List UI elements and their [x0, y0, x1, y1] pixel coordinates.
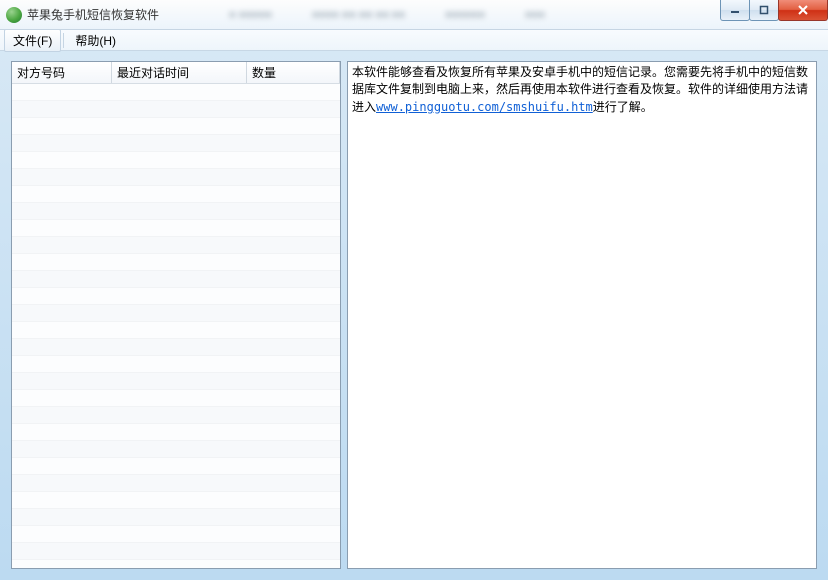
table-row	[12, 373, 340, 390]
menu-separator	[63, 33, 64, 48]
info-panel: 本软件能够查看及恢复所有苹果及安卓手机中的短信记录。您需要先将手机中的短信数据库…	[347, 61, 817, 569]
menu-bar: 文件(F) 帮助(H)	[0, 30, 828, 51]
table-row	[12, 220, 340, 237]
table-row	[12, 475, 340, 492]
close-button[interactable]	[778, 0, 828, 21]
table-row	[12, 135, 340, 152]
table-body[interactable]	[12, 84, 340, 568]
column-header-count[interactable]: 数量	[247, 62, 340, 83]
table-row	[12, 152, 340, 169]
table-row	[12, 288, 340, 305]
info-text-2: 进行了解。	[593, 100, 653, 114]
table-row	[12, 407, 340, 424]
table-row	[12, 441, 340, 458]
table-row	[12, 254, 340, 271]
table-row	[12, 543, 340, 560]
table-row	[12, 356, 340, 373]
table-row	[12, 509, 340, 526]
table-row	[12, 203, 340, 220]
table-row	[12, 305, 340, 322]
table-row	[12, 237, 340, 254]
table-row	[12, 560, 340, 568]
table-row	[12, 424, 340, 441]
table-row	[12, 84, 340, 101]
maximize-button[interactable]	[749, 0, 779, 21]
app-icon	[6, 7, 22, 23]
column-header-lasttime[interactable]: 最近对话时间	[112, 62, 247, 83]
column-header-phone[interactable]: 对方号码	[12, 62, 112, 83]
table-row	[12, 118, 340, 135]
table-row	[12, 322, 340, 339]
table-row	[12, 101, 340, 118]
table-row	[12, 169, 340, 186]
info-link[interactable]: www.pingguotu.com/smshuifu.htm	[376, 100, 593, 114]
client-area: 对方号码 最近对话时间 数量 本软件能够查看及恢复所有苹果及安卓手机中的短信记录…	[11, 61, 817, 569]
menu-file[interactable]: 文件(F)	[4, 29, 61, 52]
table-header: 对方号码 最近对话时间 数量	[12, 62, 340, 84]
minimize-button[interactable]	[720, 0, 750, 21]
window-controls	[721, 0, 828, 21]
menu-help[interactable]: 帮助(H)	[66, 29, 125, 52]
table-row	[12, 271, 340, 288]
table-row	[12, 339, 340, 356]
table-row	[12, 492, 340, 509]
table-row	[12, 186, 340, 203]
left-panel: 对方号码 最近对话时间 数量	[11, 61, 341, 569]
table-row	[12, 526, 340, 543]
table-row	[12, 458, 340, 475]
title-bar: 苹果兔手机短信恢复软件 ■ ■■■■■ ■■■■-■■-■■ ■■:■■ ■■■…	[0, 0, 828, 30]
titlebar-blurred-extras: ■ ■■■■■ ■■■■-■■-■■ ■■:■■ ■■■■■■ ■■■	[159, 0, 721, 29]
app-title: 苹果兔手机短信恢复软件	[27, 6, 159, 23]
table-row	[12, 390, 340, 407]
